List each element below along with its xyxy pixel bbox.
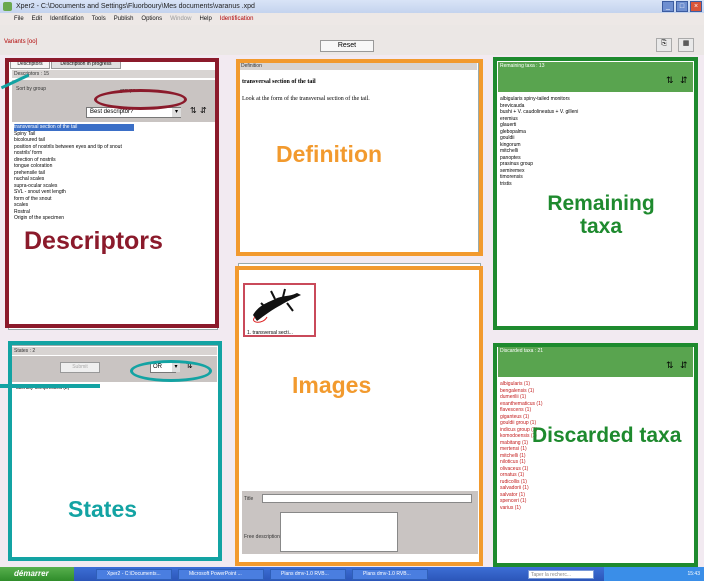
- chevron-down-icon[interactable]: ▾: [172, 108, 181, 117]
- toolbar-right-group: ⎘ ▦: [656, 38, 696, 52]
- sort-by-group-label: Sort by group: [16, 86, 47, 92]
- menu-identification-active[interactable]: Identification: [220, 13, 254, 25]
- filter-icon[interactable]: ⇵: [680, 75, 688, 86]
- tab-description-in-progress[interactable]: Description in progress: [51, 60, 121, 69]
- start-button[interactable]: démarrer: [0, 567, 74, 581]
- definition-header: Definition: [239, 62, 477, 70]
- submit-button[interactable]: Submit: [60, 362, 100, 373]
- definition-text: Look at the form of the transversal sect…: [242, 96, 370, 102]
- tab-descriptors[interactable]: Descriptors: [10, 60, 50, 69]
- image-caption: 1. transversal secti...: [247, 330, 293, 336]
- menu-tools[interactable]: Tools: [92, 13, 106, 25]
- image-thumbnail[interactable]: 1. transversal secti...: [243, 283, 316, 337]
- definition-title: transversal section of the tail: [242, 79, 316, 85]
- copy-icon[interactable]: ⎘: [656, 38, 672, 52]
- definition-label: Definition: [276, 141, 383, 167]
- menu-window[interactable]: Window: [170, 13, 191, 25]
- descriptor-list: transversal section of the tail Spiny Ta…: [14, 124, 134, 284]
- discarded-toolbar: [498, 357, 693, 377]
- filter-icon[interactable]: ⇵: [680, 360, 688, 371]
- remaining-label: Remaining taxa: [547, 192, 655, 239]
- dropdown-value: Best descriptor?: [90, 109, 134, 115]
- menu-help[interactable]: Help: [199, 13, 211, 25]
- list-item[interactable]: tristis: [500, 181, 650, 188]
- variants-label: Variants [oo]: [4, 39, 38, 45]
- remaining-header: Remaining taxa : 13: [498, 62, 693, 72]
- window-titlebar: Xper2 - C:\Documents and Settings\Fluorb…: [0, 0, 704, 13]
- list-item[interactable]: varius (1): [500, 505, 620, 512]
- title-field-label: Title: [244, 496, 254, 502]
- sort-icon[interactable]: ⇅: [666, 360, 674, 371]
- lizard-image: [253, 288, 301, 323]
- system-tray: 15:43: [604, 567, 704, 581]
- states-header: States : 2: [12, 347, 217, 355]
- select-highlight-ellipse: [130, 360, 212, 382]
- sort-icon[interactable]: ⇅: [666, 75, 674, 86]
- menu-edit[interactable]: Edit: [32, 13, 42, 25]
- window-title: Xper2 - C:\Documents and Settings\Fluorb…: [16, 3, 255, 10]
- descriptors-label: Descriptors: [24, 227, 163, 255]
- title-field[interactable]: [262, 494, 472, 503]
- sort-icon[interactable]: ⇅: [190, 106, 199, 118]
- remaining-taxa-list: albigularis spiny-tailed monitors brevic…: [500, 96, 650, 187]
- free-description-field[interactable]: [280, 512, 398, 552]
- discarded-header: Discarded taxa : 21: [498, 347, 693, 357]
- grid-icon[interactable]: ▦: [678, 38, 694, 52]
- descriptors-header: Descriptors : 15: [12, 70, 215, 78]
- menu-file[interactable]: File: [14, 13, 24, 25]
- taskbar-search-input[interactable]: Taper la recherc...: [528, 570, 594, 579]
- remaining-toolbar: [498, 72, 693, 92]
- free-description-label: Free description: [244, 534, 280, 540]
- close-button[interactable]: ×: [690, 1, 702, 12]
- dropdown-highlight-ellipse: [94, 89, 187, 110]
- taskbar-item[interactable]: Xper2 - C:\Documents...: [96, 569, 172, 580]
- menu-options[interactable]: Options: [141, 13, 162, 25]
- list-item[interactable]: Origin of the specimen: [14, 215, 134, 222]
- taskbar-item[interactable]: Microsoft PowerPoint ...: [178, 569, 264, 580]
- pointer-line: [0, 384, 100, 388]
- reset-button[interactable]: Reset: [320, 40, 374, 52]
- clock: 15:43: [687, 571, 700, 577]
- maximize-button[interactable]: □: [676, 1, 688, 12]
- discarded-label: Discarded taxa: [532, 424, 682, 447]
- menubar: File Edit Identification Tools Publish O…: [0, 13, 704, 25]
- filter-icon[interactable]: ⇵: [200, 106, 209, 118]
- images-label: Images: [292, 372, 372, 398]
- app-icon: [3, 2, 12, 11]
- minimize-button[interactable]: _: [662, 1, 674, 12]
- menu-identification[interactable]: Identification: [50, 13, 84, 25]
- taskbar-item[interactable]: Plans dmv-1.0 RVB...: [270, 569, 346, 580]
- window-controls: _ □ ×: [662, 1, 702, 12]
- states-label: States: [68, 496, 138, 522]
- taskbar-item[interactable]: Plans dmv-1.0 RVB...: [352, 569, 428, 580]
- menu-publish[interactable]: Publish: [114, 13, 134, 25]
